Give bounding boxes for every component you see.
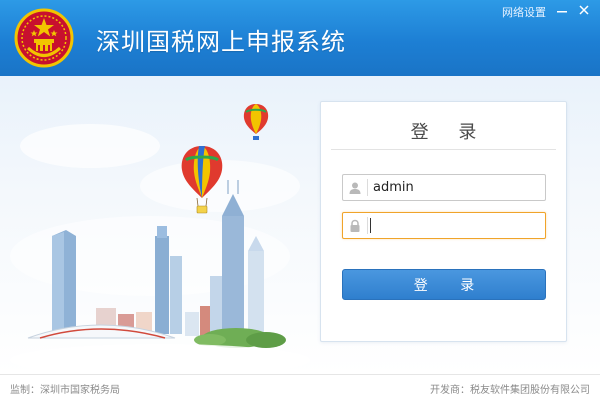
username-field[interactable] <box>342 174 546 201</box>
text-caret <box>370 218 371 233</box>
user-icon <box>343 175 367 200</box>
developer-text: 开发商：税友软件集团股份有限公司 <box>430 385 590 396</box>
password-separator <box>367 217 368 234</box>
minimize-icon <box>557 11 567 13</box>
minimize-button[interactable] <box>552 2 572 20</box>
login-divider <box>331 149 556 150</box>
hot-air-balloon-small-icon <box>243 104 269 140</box>
password-field[interactable] <box>342 212 546 239</box>
lock-icon <box>343 213 367 238</box>
password-input[interactable] <box>373 215 539 236</box>
close-button[interactable] <box>574 2 594 20</box>
network-settings-link[interactable]: 网络设置 <box>502 4 546 20</box>
login-button[interactable]: 登 录 <box>342 269 546 300</box>
close-icon <box>579 5 589 15</box>
city-skyline-illustration: B <box>10 104 310 374</box>
title-bar: 深圳国税网上申报系统 网络设置 <box>0 0 600 76</box>
main-area: B <box>0 76 600 374</box>
username-separator <box>367 179 368 196</box>
username-input[interactable] <box>373 177 539 198</box>
footer: 监制：深圳市国家税务局 开发商：税友软件集团股份有限公司 <box>0 374 600 400</box>
login-title: 登 录 <box>410 122 489 143</box>
national-emblem-icon <box>14 8 74 68</box>
app-title: 深圳国税网上申报系统 <box>96 28 346 56</box>
supervisor-text: 监制：深圳市国家税务局 <box>10 385 120 396</box>
login-panel: 登 录 登 录 <box>320 101 567 342</box>
